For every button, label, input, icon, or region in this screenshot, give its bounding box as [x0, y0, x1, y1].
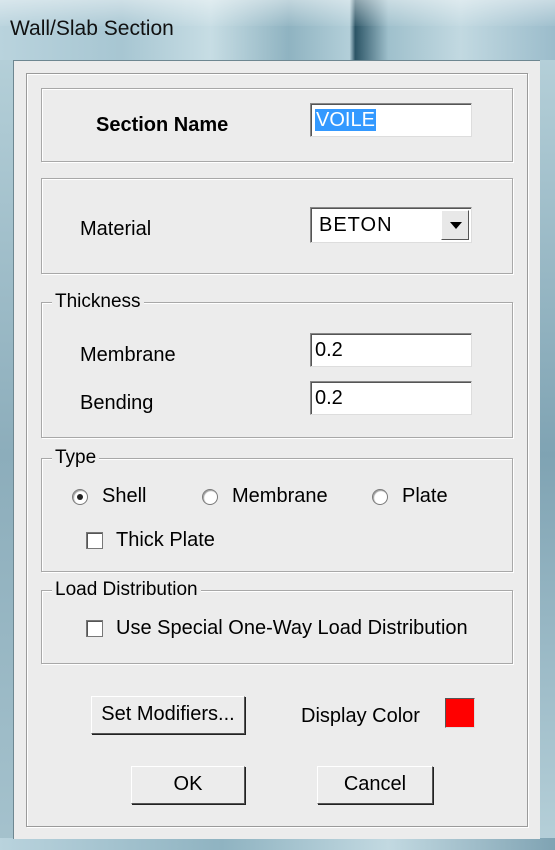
- membrane-radio[interactable]: [202, 489, 218, 505]
- title-bar[interactable]: Wall/Slab Section: [0, 0, 555, 60]
- plate-radio[interactable]: [372, 489, 388, 505]
- material-label: Material: [80, 218, 152, 240]
- membrane-input[interactable]: 0.2: [310, 333, 472, 367]
- bending-input[interactable]: 0.2: [310, 381, 472, 415]
- thick-plate-checkbox[interactable]: [86, 532, 103, 549]
- display-color-label: Display Color: [301, 705, 420, 727]
- dialog-client-area: Section Name VOILE Material BETON Thickn…: [13, 60, 540, 839]
- one-way-load-checkbox[interactable]: [86, 620, 103, 637]
- dialog-inner-panel: Section Name VOILE Material BETON Thickn…: [26, 73, 528, 827]
- load-distribution-group: Load Distribution Use Special One-Way Lo…: [41, 579, 513, 664]
- shell-radio[interactable]: [72, 489, 88, 505]
- section-name-label: Section Name: [96, 114, 229, 136]
- section-name-value: VOILE: [315, 109, 376, 131]
- cancel-button[interactable]: Cancel: [317, 766, 433, 804]
- membrane-label: Membrane: [80, 344, 176, 366]
- section-name-group: Section Name VOILE: [41, 88, 513, 162]
- bending-label: Bending: [80, 392, 154, 414]
- load-distribution-legend: Load Distribution: [52, 579, 201, 601]
- window-frame-bottom: [0, 838, 555, 850]
- chevron-down-icon[interactable]: [441, 210, 469, 240]
- material-value: BETON: [319, 214, 393, 236]
- material-select[interactable]: BETON: [310, 207, 472, 243]
- thick-plate-label[interactable]: Thick Plate: [116, 528, 215, 552]
- section-name-input[interactable]: VOILE: [310, 103, 472, 137]
- type-group: Type Shell Membrane Plate Thick Plate: [41, 447, 513, 572]
- thickness-legend: Thickness: [52, 291, 144, 313]
- plate-label[interactable]: Plate: [402, 484, 448, 508]
- window-frame-right: [539, 60, 555, 850]
- shell-label[interactable]: Shell: [102, 484, 146, 508]
- display-color-swatch[interactable]: [445, 698, 475, 728]
- membrane-radio-label[interactable]: Membrane: [232, 484, 328, 508]
- window-frame-left: [0, 60, 13, 850]
- type-legend: Type: [52, 447, 100, 469]
- material-group: Material BETON: [41, 178, 513, 274]
- window-title: Wall/Slab Section: [10, 17, 174, 40]
- ok-button[interactable]: OK: [131, 766, 245, 804]
- thickness-group: Thickness Membrane 0.2 Bending 0.2: [41, 291, 513, 438]
- set-modifiers-button[interactable]: Set Modifiers...: [91, 696, 245, 734]
- one-way-load-label[interactable]: Use Special One-Way Load Distribution: [116, 616, 468, 640]
